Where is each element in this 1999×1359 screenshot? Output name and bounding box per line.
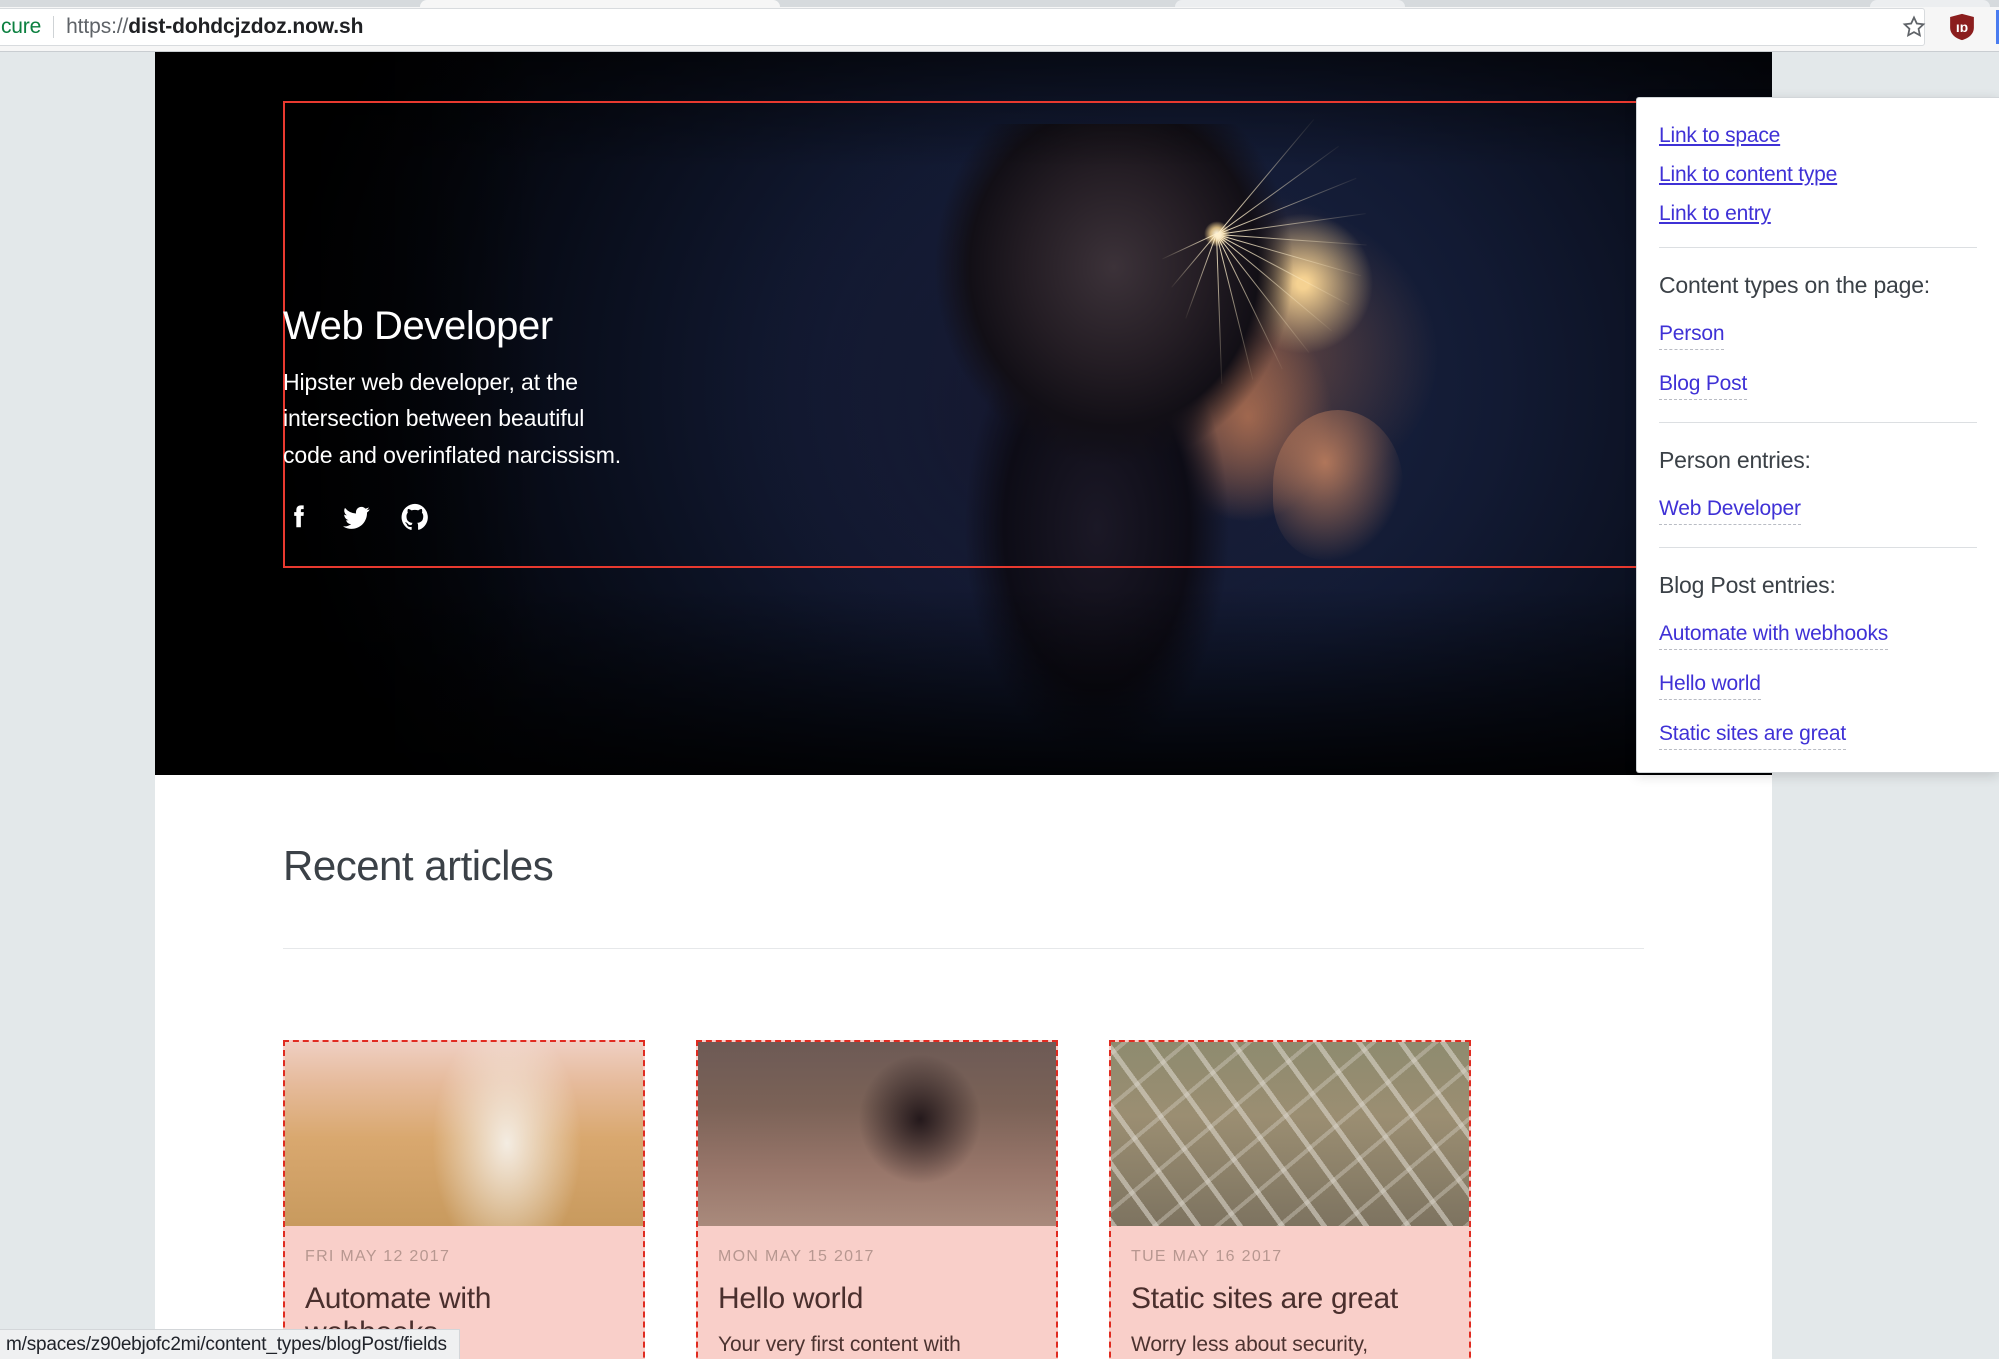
article-card[interactable]: TUE MAY 16 2017 Static sites are great W…	[1109, 1040, 1471, 1359]
url-host: dist-dohdcjzdoz.now.sh	[128, 15, 363, 38]
facebook-icon[interactable]	[283, 501, 315, 533]
address-bar[interactable]: cure https://dist-dohdcjzdoz.now.sh	[0, 8, 1925, 46]
article-title[interactable]: Hello world	[718, 1282, 1036, 1316]
panel-divider	[1659, 547, 1977, 548]
ublock-shield-icon[interactable]: ıɒ	[1947, 12, 1977, 42]
omnibox-divider	[53, 16, 54, 38]
article-date: TUE MAY 16 2017	[1131, 1248, 1449, 1266]
blog-post-entry-item: Automate with webhooks	[1659, 622, 1977, 650]
article-card-body: TUE MAY 16 2017 Static sites are great W…	[1111, 1226, 1469, 1359]
svg-text:ıɒ: ıɒ	[1956, 20, 1968, 35]
hero-subtitle: Hipster web developer, at the intersecti…	[283, 364, 631, 473]
content-types-heading: Content types on the page:	[1659, 272, 1977, 299]
blog-post-entries-heading: Blog Post entries:	[1659, 572, 1977, 599]
panel-divider	[1659, 422, 1977, 423]
github-icon[interactable]	[399, 501, 431, 533]
browser-tab-strip	[0, 0, 1999, 7]
article-thumbnail-road-photo	[1111, 1042, 1469, 1226]
articles-grid: FRI MAY 12 2017 Automate with webhooks W…	[283, 1040, 1644, 1359]
recent-articles-section: Recent articles FRI MAY 12 2017 Automate…	[155, 775, 1772, 1359]
person-entries-heading: Person entries:	[1659, 447, 1977, 474]
security-indicator-label: cure	[1, 15, 41, 39]
browser-tab-inactive-2[interactable]	[1870, 0, 1990, 7]
hero-content: Web Developer Hipster web developer, at …	[283, 302, 843, 533]
article-card[interactable]: MON MAY 15 2017 Hello world Your very fi…	[696, 1040, 1058, 1359]
link-to-entry[interactable]: Link to entry	[1659, 202, 1771, 226]
blog-post-entry-item: Hello world	[1659, 672, 1977, 700]
article-excerpt: Worry less about security, caching,	[1131, 1329, 1449, 1359]
content-type-person[interactable]: Person	[1659, 322, 1724, 350]
status-bar: m/spaces/z90ebjofc2mi/content_types/blog…	[0, 1329, 460, 1359]
twitter-icon[interactable]	[341, 501, 373, 533]
page-title: Recent articles	[283, 775, 1644, 890]
page-canvas: Web Developer Hipster web developer, at …	[155, 52, 1772, 1359]
article-card-body: MON MAY 15 2017 Hello world Your very fi…	[698, 1226, 1056, 1359]
person-entry-item: Web Developer	[1659, 497, 1977, 525]
status-bar-url: m/spaces/z90ebjofc2mi/content_types/blog…	[6, 1334, 447, 1356]
article-thumbnail-hat-photo	[698, 1042, 1056, 1226]
browser-tab-active[interactable]	[420, 0, 780, 7]
link-to-space[interactable]: Link to space	[1659, 124, 1780, 148]
blog-entry-hello-world[interactable]: Hello world	[1659, 672, 1761, 700]
content-type-item: Person	[1659, 322, 1977, 350]
panel-divider	[1659, 247, 1977, 248]
star-icon[interactable]	[1901, 14, 1927, 40]
hero-title: Web Developer	[283, 302, 843, 350]
link-to-content-type[interactable]: Link to content type	[1659, 163, 1837, 187]
article-title[interactable]: Static sites are great	[1131, 1282, 1449, 1316]
browser-chrome: cure https://dist-dohdcjzdoz.now.sh ıɒ	[0, 0, 1999, 52]
person-entry-web-developer[interactable]: Web Developer	[1659, 497, 1801, 525]
extension-popup-panel: Link to space Link to content type Link …	[1636, 97, 1999, 773]
content-type-blog-post[interactable]: Blog Post	[1659, 372, 1747, 400]
hero-section: Web Developer Hipster web developer, at …	[155, 52, 1772, 775]
page-viewport: Web Developer Hipster web developer, at …	[0, 52, 1999, 1359]
content-type-item: Blog Post	[1659, 372, 1977, 400]
blog-entry-automate-with-webhooks[interactable]: Automate with webhooks	[1659, 622, 1888, 650]
article-date: FRI MAY 12 2017	[305, 1248, 623, 1266]
blog-post-entry-item: Static sites are great	[1659, 722, 1977, 750]
url-scheme: https://	[66, 15, 128, 38]
section-divider	[283, 948, 1644, 949]
article-card[interactable]: FRI MAY 12 2017 Automate with webhooks W…	[283, 1040, 645, 1359]
article-excerpt: Your very first content with	[718, 1329, 1036, 1359]
blog-entry-static-sites-are-great[interactable]: Static sites are great	[1659, 722, 1846, 750]
browser-tab-inactive[interactable]	[1175, 0, 1405, 7]
article-date: MON MAY 15 2017	[718, 1248, 1036, 1266]
url-text: https://dist-dohdcjzdoz.now.sh	[66, 15, 363, 39]
social-links	[283, 501, 843, 533]
article-thumbnail-field-photo	[285, 1042, 643, 1226]
